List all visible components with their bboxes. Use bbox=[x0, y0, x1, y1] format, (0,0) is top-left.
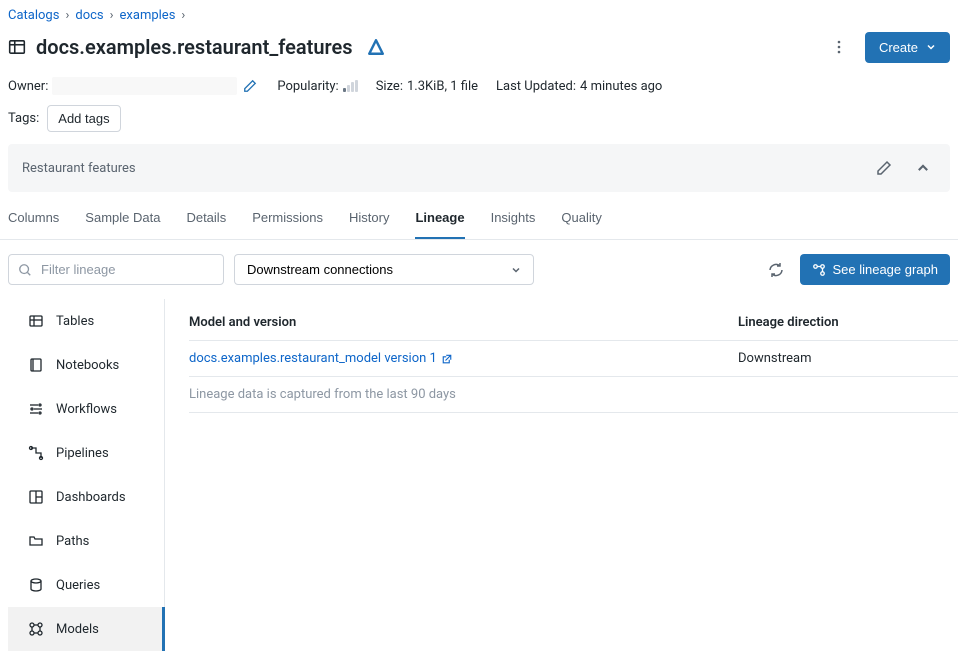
sidebar-item-label: Models bbox=[56, 622, 99, 637]
create-button[interactable]: Create bbox=[865, 32, 950, 63]
breadcrumb-docs[interactable]: docs bbox=[75, 8, 103, 23]
tab-sample-data[interactable]: Sample Data bbox=[85, 200, 160, 239]
title-row: docs.examples.restaurant_features Create bbox=[0, 27, 958, 67]
page-title: docs.examples.restaurant_features bbox=[36, 35, 353, 59]
connections-dropdown[interactable]: Downstream connections bbox=[234, 254, 534, 285]
dropdown-value: Downstream connections bbox=[247, 262, 393, 277]
graph-icon bbox=[812, 263, 826, 277]
filter-lineage-input[interactable] bbox=[8, 254, 224, 285]
sidebar-item-paths[interactable]: Paths bbox=[8, 519, 164, 563]
chevron-down-icon bbox=[926, 42, 936, 52]
model-name: docs.examples.restaurant_model version 1 bbox=[189, 351, 437, 366]
search-wrap bbox=[8, 254, 224, 285]
breadcrumb-separator: › bbox=[65, 8, 69, 23]
sidebar-item-label: Queries bbox=[56, 578, 100, 593]
kebab-icon bbox=[831, 39, 847, 55]
delta-icon bbox=[367, 38, 385, 56]
refresh-button[interactable] bbox=[762, 256, 790, 284]
workflow-icon bbox=[28, 401, 44, 417]
refresh-icon bbox=[768, 262, 784, 278]
chevron-up-icon bbox=[916, 161, 930, 175]
sidebar-item-notebooks[interactable]: Notebooks bbox=[8, 343, 164, 387]
add-tags-button[interactable]: Add tags bbox=[47, 105, 120, 132]
tab-quality[interactable]: Quality bbox=[561, 200, 601, 239]
tab-permissions[interactable]: Permissions bbox=[252, 200, 323, 239]
col-header-direction: Lineage direction bbox=[738, 315, 958, 330]
comment-text: Restaurant features bbox=[22, 161, 858, 176]
sidebar-item-label: Notebooks bbox=[56, 358, 119, 373]
main-table-area: Model and version Lineage direction docs… bbox=[165, 299, 958, 651]
popularity-bars-icon bbox=[343, 80, 358, 92]
tags-label: Tags: bbox=[8, 111, 39, 126]
direction-value: Downstream bbox=[738, 351, 958, 366]
popularity-item: Popularity: bbox=[277, 79, 357, 94]
edit-owner-button[interactable] bbox=[241, 77, 259, 95]
create-button-label: Create bbox=[879, 40, 918, 55]
dashboard-icon bbox=[28, 489, 44, 505]
sidebar: Tables Notebooks Workflows Pipelines bbox=[8, 299, 165, 651]
tab-history[interactable]: History bbox=[349, 200, 389, 239]
updated-label: Last Updated: bbox=[496, 79, 576, 94]
updated-value: 4 minutes ago bbox=[580, 79, 662, 94]
size-label: Size: bbox=[376, 79, 403, 94]
tab-lineage[interactable]: Lineage bbox=[415, 200, 464, 239]
sidebar-item-label: Workflows bbox=[56, 402, 117, 417]
more-actions-button[interactable] bbox=[823, 31, 855, 63]
updated-item: Last Updated: 4 minutes ago bbox=[496, 79, 662, 94]
collapse-comment-button[interactable] bbox=[910, 155, 936, 181]
sidebar-item-dashboards[interactable]: Dashboards bbox=[8, 475, 164, 519]
owner-item: Owner: bbox=[8, 77, 259, 95]
owner-label: Owner: bbox=[8, 79, 48, 94]
table-footer: Lineage data is captured from the last 9… bbox=[189, 377, 958, 413]
sidebar-item-label: Dashboards bbox=[56, 490, 126, 505]
table-icon bbox=[8, 38, 26, 56]
tab-columns[interactable]: Columns bbox=[8, 200, 59, 239]
notebook-icon bbox=[28, 357, 44, 373]
tab-details[interactable]: Details bbox=[186, 200, 226, 239]
tags-row: Tags: Add tags bbox=[0, 101, 958, 144]
tabs: Columns Sample Data Details Permissions … bbox=[0, 200, 958, 240]
sidebar-item-models[interactable]: Models bbox=[8, 607, 165, 651]
col-header-model: Model and version bbox=[189, 315, 738, 330]
breadcrumb-separator: › bbox=[110, 8, 114, 23]
external-link-icon bbox=[441, 353, 453, 365]
see-lineage-graph-button[interactable]: See lineage graph bbox=[800, 254, 950, 285]
breadcrumb-separator: › bbox=[181, 8, 185, 23]
table-header: Model and version Lineage direction bbox=[189, 299, 958, 341]
size-item: Size: 1.3KiB, 1 file bbox=[376, 79, 478, 94]
model-icon bbox=[28, 621, 44, 637]
sidebar-item-queries[interactable]: Queries bbox=[8, 563, 164, 607]
table-icon bbox=[28, 313, 44, 329]
sidebar-item-label: Pipelines bbox=[56, 446, 109, 461]
sidebar-item-pipelines[interactable]: Pipelines bbox=[8, 431, 164, 475]
pencil-icon bbox=[876, 160, 892, 176]
filter-row: Downstream connections See lineage graph bbox=[0, 240, 958, 299]
sidebar-item-label: Tables bbox=[56, 314, 94, 329]
pipeline-icon bbox=[28, 445, 44, 461]
meta-row: Owner: Popularity: Size: 1.3KiB, 1 file … bbox=[0, 67, 958, 101]
table-row: docs.examples.restaurant_model version 1… bbox=[189, 341, 958, 377]
comment-block: Restaurant features bbox=[8, 144, 950, 192]
sidebar-item-label: Paths bbox=[56, 534, 89, 549]
folder-icon bbox=[28, 533, 44, 549]
breadcrumb-catalogs[interactable]: Catalogs bbox=[8, 8, 59, 23]
breadcrumb-examples[interactable]: examples bbox=[120, 8, 176, 23]
sidebar-item-tables[interactable]: Tables bbox=[8, 299, 164, 343]
search-icon bbox=[18, 263, 32, 277]
query-icon bbox=[28, 577, 44, 593]
breadcrumb: Catalogs › docs › examples › bbox=[0, 0, 958, 27]
tab-insights[interactable]: Insights bbox=[491, 200, 536, 239]
size-value: 1.3KiB, 1 file bbox=[407, 79, 478, 94]
sidebar-item-workflows[interactable]: Workflows bbox=[8, 387, 164, 431]
popularity-label: Popularity: bbox=[277, 79, 338, 94]
model-link[interactable]: docs.examples.restaurant_model version 1 bbox=[189, 351, 453, 366]
chevron-down-icon bbox=[511, 265, 521, 275]
owner-value-redacted bbox=[52, 77, 237, 95]
content-row: Tables Notebooks Workflows Pipelines bbox=[0, 299, 958, 651]
edit-comment-button[interactable] bbox=[870, 154, 898, 182]
pencil-icon bbox=[243, 79, 257, 93]
graph-button-label: See lineage graph bbox=[832, 262, 938, 277]
